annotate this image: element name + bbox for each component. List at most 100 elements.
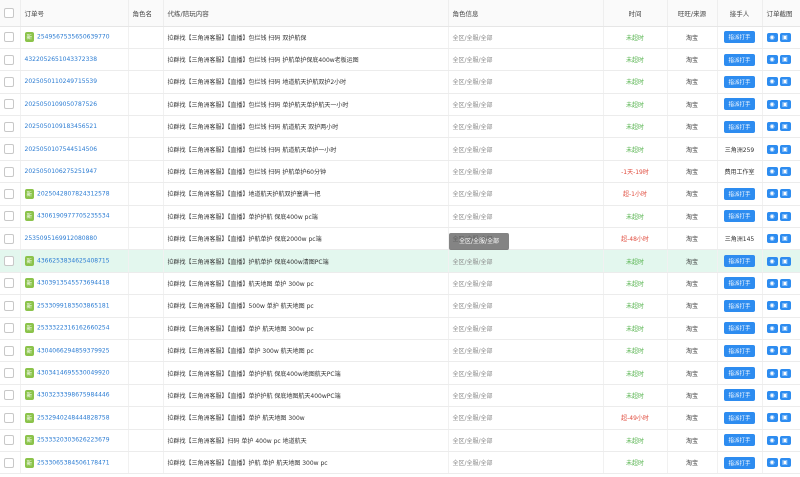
image-icon[interactable]: ▣ xyxy=(779,458,791,468)
view-icon[interactable]: ◉ xyxy=(766,211,778,221)
view-icon[interactable]: ◉ xyxy=(766,435,778,445)
table-row[interactable]: 新 2533320303626223679 拉群找【三角洲客服】扫码 单护 400w… xyxy=(0,429,800,452)
row-checkbox[interactable] xyxy=(0,115,21,139)
image-icon[interactable]: ▣ xyxy=(779,323,791,333)
order-id-link[interactable]: 2025050110249715539 xyxy=(25,78,98,85)
image-icon[interactable]: ▣ xyxy=(779,32,791,42)
table-row[interactable]: 2025050109183456521 拉群找【三角洲客服】【直播】包烂钱 扫码 … xyxy=(0,115,800,139)
assign-button[interactable]: 指派打手 xyxy=(724,389,755,402)
image-icon[interactable]: ▣ xyxy=(779,256,791,266)
row-checkbox[interactable] xyxy=(0,182,21,206)
row-checkbox[interactable] xyxy=(0,294,21,318)
view-icon[interactable]: ◉ xyxy=(766,256,778,266)
order-id-link[interactable]: 2532940248444828758 xyxy=(37,414,110,421)
image-icon[interactable]: ▣ xyxy=(779,390,791,400)
row-checkbox[interactable] xyxy=(0,227,21,251)
row-checkbox[interactable] xyxy=(0,70,21,94)
order-id-link[interactable]: 4304066294859379925 xyxy=(37,347,110,354)
assign-button[interactable]: 指派打手 xyxy=(724,411,755,424)
row-checkbox[interactable] xyxy=(0,160,21,184)
row-checkbox[interactable] xyxy=(0,137,21,161)
order-id-link[interactable]: 4306190977705235534 xyxy=(37,213,110,220)
view-icon[interactable]: ◉ xyxy=(766,278,778,288)
assign-button[interactable]: 指派打手 xyxy=(724,210,755,223)
order-id-link[interactable]: 4303414695530049920 xyxy=(37,370,110,377)
image-icon[interactable]: ▣ xyxy=(779,368,791,378)
row-checkbox[interactable] xyxy=(0,272,21,296)
view-icon[interactable]: ◉ xyxy=(766,99,778,109)
table-row[interactable]: 新 2533065384506178471 拉群找【三角洲客服】【直播】护航 单护 … xyxy=(0,451,800,475)
order-id-link[interactable]: 2025050109183456521 xyxy=(25,123,98,130)
view-icon[interactable]: ◉ xyxy=(766,167,778,177)
assign-button[interactable]: 指派打手 xyxy=(724,120,755,133)
assign-button[interactable]: 指派打手 xyxy=(724,299,755,312)
view-icon[interactable]: ◉ xyxy=(766,77,778,87)
image-icon[interactable]: ▣ xyxy=(779,122,791,132)
row-checkbox[interactable] xyxy=(0,26,21,49)
order-id-link[interactable]: 2533322316162660254 xyxy=(37,325,110,332)
image-icon[interactable]: ▣ xyxy=(779,435,791,445)
assign-button[interactable]: 指派打手 xyxy=(724,255,755,268)
order-id-link[interactable]: 2533099183503865181 xyxy=(37,302,110,309)
view-icon[interactable]: ◉ xyxy=(766,144,778,154)
view-icon[interactable]: ◉ xyxy=(766,346,778,356)
order-id-link[interactable]: 4303913545573694418 xyxy=(37,280,110,287)
view-icon[interactable]: ◉ xyxy=(766,122,778,132)
view-icon[interactable]: ◉ xyxy=(766,323,778,333)
image-icon[interactable]: ▣ xyxy=(779,278,791,288)
table-row[interactable]: 新 2025042807824312578 拉群找【三角洲客服】【直播】地道航天护航… xyxy=(0,182,800,206)
table-row[interactable]: 2025050106275251947 拉群找【三角洲客服】【直播】包烂钱 扫码 … xyxy=(0,160,800,184)
table-row[interactable]: 2025050107544514506 拉群找【三角洲客服】【直播】包烂钱 扫码 … xyxy=(0,137,800,161)
row-checkbox[interactable] xyxy=(0,48,21,72)
assign-button[interactable]: 指派打手 xyxy=(724,75,755,88)
table-row[interactable]: 新 4303913545573694418 拉群找【三角洲客服】【直播】航天地图 单… xyxy=(0,272,800,296)
assign-button[interactable]: 指派打手 xyxy=(724,434,755,447)
assign-button[interactable]: 指派打手 xyxy=(724,367,755,380)
table-row[interactable]: 2025050109050787526 拉群找【三角洲客服】【直播】包烂钱 扫码 … xyxy=(0,93,800,117)
image-icon[interactable]: ▣ xyxy=(779,413,791,423)
image-icon[interactable]: ▣ xyxy=(779,167,791,177)
view-icon[interactable]: ◉ xyxy=(766,32,778,42)
row-checkbox[interactable] xyxy=(0,384,21,408)
assign-button[interactable]: 指派打手 xyxy=(724,31,755,44)
view-icon[interactable]: ◉ xyxy=(766,189,778,199)
assign-button[interactable]: 指派打手 xyxy=(724,187,755,200)
order-id-link[interactable]: 2025050106275251947 xyxy=(25,168,98,175)
view-icon[interactable]: ◉ xyxy=(766,368,778,378)
table-row[interactable]: 新 4366253834625408715 拉群找【三角洲客服】【直播】护航单护 保… xyxy=(0,249,800,273)
order-id-link[interactable]: 2025050109050787526 xyxy=(25,101,98,108)
order-id-link[interactable]: 2549567535650639770 xyxy=(37,34,110,41)
assign-button[interactable]: 指派打手 xyxy=(724,322,755,335)
table-row[interactable]: 新 2533099183503865181 拉群找【三角洲客服】【直播】500w 单… xyxy=(0,294,800,318)
table-row[interactable]: 新 4303233398675984446 拉群找【三角洲客服】【直播】单护护航 保… xyxy=(0,384,800,408)
table-row[interactable]: 2535095169912080880 拉群找【三角洲客服】【直播】护航单护 保底… xyxy=(0,227,800,251)
assign-button[interactable]: 指派打手 xyxy=(724,53,755,66)
row-checkbox[interactable] xyxy=(0,361,21,385)
assign-button[interactable]: 指派打手 xyxy=(724,456,755,469)
table-row[interactable]: 新 4303414695530049920 拉群找【三角洲客服】【直播】单护护航 保… xyxy=(0,361,800,385)
view-icon[interactable]: ◉ xyxy=(766,413,778,423)
image-icon[interactable]: ▣ xyxy=(779,77,791,87)
assign-button[interactable]: 指派打手 xyxy=(724,277,755,290)
row-checkbox[interactable] xyxy=(0,317,21,340)
table-row[interactable]: 新 4304066294859379925 拉群找【三角洲客服】【直播】单护 300… xyxy=(0,339,800,363)
assign-button[interactable]: 指派打手 xyxy=(724,98,755,111)
row-checkbox[interactable] xyxy=(0,249,21,273)
row-checkbox[interactable] xyxy=(0,339,21,363)
row-checkbox[interactable] xyxy=(0,406,21,430)
order-id-link[interactable]: 2025050107544514506 xyxy=(25,146,98,153)
row-checkbox[interactable] xyxy=(0,205,21,229)
select-all-checkbox[interactable] xyxy=(0,0,21,27)
row-checkbox[interactable] xyxy=(0,451,21,475)
order-id-link[interactable]: 2533065384506178471 xyxy=(37,459,110,466)
view-icon[interactable]: ◉ xyxy=(766,301,778,311)
row-checkbox[interactable] xyxy=(0,429,21,452)
table-row[interactable]: 2025050110249715539 拉群找【三角洲客服】【直播】包烂钱 扫码 … xyxy=(0,70,800,94)
view-icon[interactable]: ◉ xyxy=(766,234,778,244)
order-id-link[interactable]: 4322052651043372338 xyxy=(25,56,98,63)
table-row[interactable]: 新 4306190977705235534 拉群找【三角洲客服】【直播】单护护航 保… xyxy=(0,205,800,229)
view-icon[interactable]: ◉ xyxy=(766,458,778,468)
table-row[interactable]: 新 2532940248444828758 拉群找【三角洲客服】【直播】单护 航天地… xyxy=(0,406,800,430)
table-row[interactable]: 4322052651043372338 拉群找【三角洲客服】【直播】包烂钱 扫码 … xyxy=(0,48,800,72)
view-icon[interactable]: ◉ xyxy=(766,390,778,400)
